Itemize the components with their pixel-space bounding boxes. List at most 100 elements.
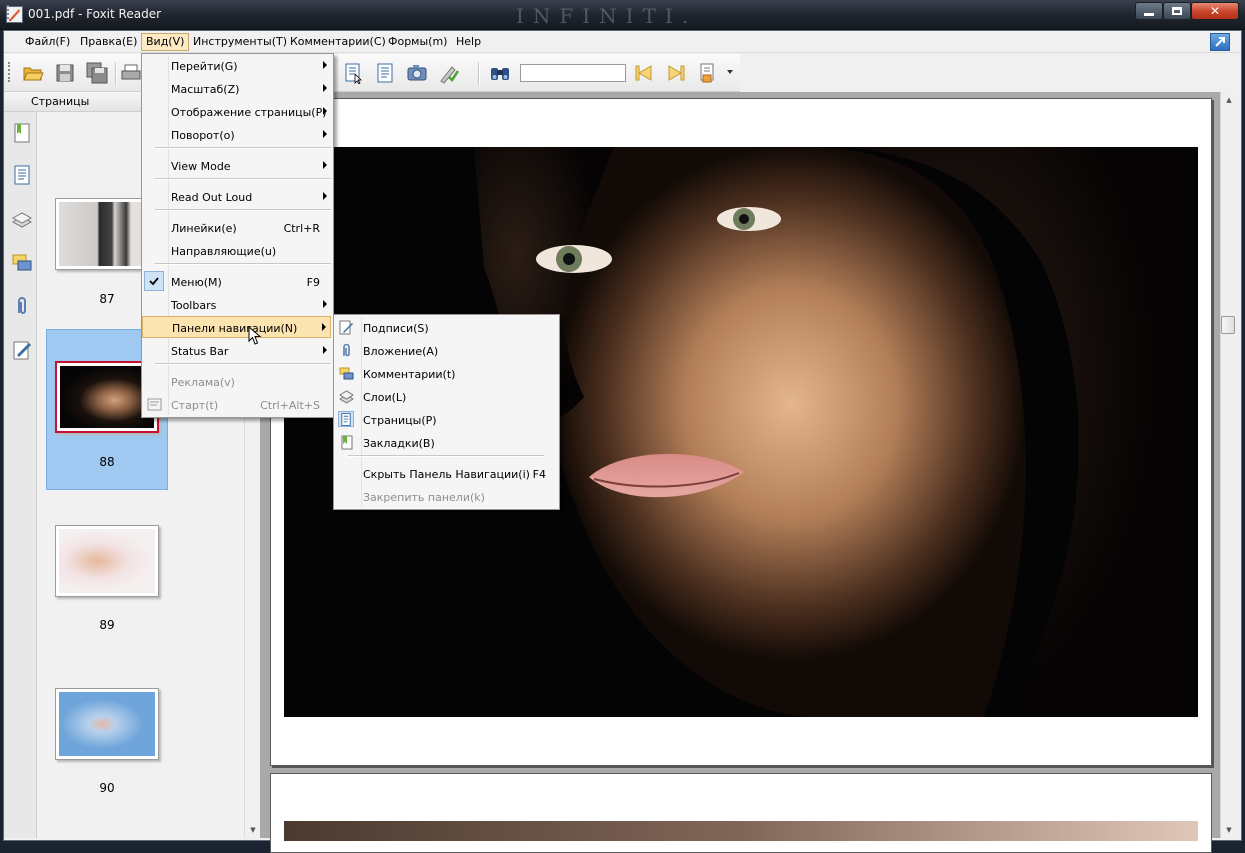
arrow-left-icon	[635, 65, 652, 81]
find-previous-button[interactable]	[632, 61, 656, 85]
submenu-item-comments[interactable]: Комментарии(t)	[334, 363, 557, 385]
bookmark-icon	[14, 123, 30, 143]
text-page-icon	[377, 63, 393, 83]
shortcut-text: F4	[532, 468, 546, 481]
close-button[interactable]: ✕	[1191, 2, 1239, 20]
mouse-cursor-icon	[248, 326, 262, 345]
menu-view[interactable]: Вид(V)	[141, 33, 190, 51]
menu-item-read-out-loud[interactable]: Read Out Loud	[142, 186, 331, 208]
menu-tools[interactable]: Инструменты(T)	[188, 33, 292, 51]
printer-icon	[121, 64, 141, 80]
nav-tab-comments[interactable]	[10, 251, 34, 275]
floppy-icon	[56, 64, 74, 82]
submenu-item-hide-nav-panel[interactable]: Скрыть Панель Навигации(i) F4	[334, 463, 557, 485]
save-button[interactable]	[53, 61, 77, 85]
scroll-down-icon[interactable]: ▼	[245, 822, 261, 838]
submenu-item-layers[interactable]: Слои(L)	[334, 386, 557, 408]
thumbnail-label: 88	[99, 455, 115, 469]
menu-item-navigation-panels[interactable]: Панели навигации(N)	[142, 316, 331, 338]
menu-item-rotate[interactable]: Поворот(o)	[142, 124, 331, 146]
menu-help[interactable]: Help	[451, 33, 486, 51]
search-input[interactable]	[520, 64, 626, 82]
paperclip-icon	[18, 297, 26, 314]
menu-item-zoom[interactable]: Масштаб(Z)	[142, 78, 331, 100]
pen-check-icon	[440, 66, 460, 84]
scrollbar-thumb[interactable]	[1221, 316, 1235, 334]
submenu-arrow-icon	[323, 161, 327, 169]
menu-item-guides[interactable]: Направляющие(u)	[142, 240, 331, 262]
restore-window-button[interactable]	[1210, 33, 1230, 51]
menubar-grip[interactable]	[7, 5, 10, 19]
submenu-item-signatures[interactable]: Подписи(S)	[334, 317, 557, 339]
menu-forms[interactable]: Формы(m)	[383, 33, 452, 51]
shortcut-text: Ctrl+R	[283, 222, 320, 235]
menu-item-goto[interactable]: Перейти(G)	[142, 55, 331, 77]
watermark-text: INFINITI.	[516, 4, 698, 28]
submenu-arrow-icon	[323, 192, 327, 200]
document-scrollbar[interactable]: ▲ ▼	[1220, 92, 1237, 838]
menu-item-rulers[interactable]: Линейки(e) Ctrl+R	[142, 217, 331, 239]
nav-tab-pages[interactable]	[10, 163, 34, 187]
open-file-button[interactable]	[21, 61, 45, 85]
menu-separator	[155, 147, 331, 149]
comments-icon	[12, 254, 32, 271]
maximize-button[interactable]	[1163, 2, 1191, 20]
menu-item-menu[interactable]: Меню(M) F9	[142, 271, 331, 293]
menu-separator	[348, 455, 544, 457]
page-photo-next	[284, 821, 1198, 841]
submenu-arrow-icon	[322, 323, 326, 331]
arrow-right-icon	[668, 65, 685, 81]
toolbar-grip[interactable]	[8, 62, 11, 82]
submenu-item-pages[interactable]: Страницы(P)	[334, 409, 557, 431]
thumbnail-page-89[interactable]	[55, 525, 159, 597]
nav-tab-bookmarks[interactable]	[10, 121, 34, 145]
menu-item-status-bar[interactable]: Status Bar	[142, 340, 331, 362]
search-options-button[interactable]	[697, 61, 721, 85]
menu-separator	[155, 209, 331, 211]
nav-tab-signatures[interactable]	[10, 338, 34, 362]
thumbnail-page-90[interactable]	[55, 688, 159, 760]
camera-icon	[407, 65, 427, 81]
document-search-icon	[700, 63, 714, 83]
typewriter-button[interactable]	[437, 61, 461, 85]
menu-file[interactable]: Файл(F)	[20, 33, 75, 51]
nav-tab-layers[interactable]	[10, 207, 34, 231]
thumbnail-label: 89	[99, 618, 115, 632]
nav-tab-attachments[interactable]	[10, 294, 34, 318]
select-text-button[interactable]	[341, 61, 365, 85]
menu-item-start: Старт(t) Ctrl+Alt+S	[171, 399, 320, 412]
menu-item-view-mode[interactable]: View Mode	[142, 155, 331, 177]
minimize-button[interactable]	[1135, 2, 1163, 20]
thumbnail-label: 87	[99, 292, 115, 306]
submenu-item-lock-panels: Закрепить панели(k)	[363, 491, 485, 504]
dropdown-arrow-icon[interactable]	[727, 70, 733, 74]
menu-separator	[155, 363, 331, 365]
pages-icon	[14, 165, 30, 185]
submenu-arrow-icon	[323, 300, 327, 308]
find-next-button[interactable]	[664, 61, 688, 85]
print-button[interactable]	[119, 61, 143, 85]
menu-edit[interactable]: Правка(E)	[75, 33, 142, 51]
submenu-arrow-icon	[323, 84, 327, 92]
menu-comments[interactable]: Комментарии(C)	[285, 33, 391, 51]
binoculars-icon	[491, 68, 509, 80]
restore-arrow-icon	[1215, 37, 1225, 47]
snapshot-button[interactable]	[405, 61, 429, 85]
menu-item-page-display[interactable]: Отображение страницы(P)	[142, 101, 331, 123]
scroll-down-icon[interactable]: ▼	[1221, 822, 1237, 838]
window-title: 001.pdf - Foxit Reader	[28, 7, 162, 21]
toolbar-separator	[478, 62, 480, 86]
maximize-icon	[1172, 7, 1182, 15]
submenu-item-bookmarks[interactable]: Закладки(B)	[334, 432, 557, 454]
pdf-page-next[interactable]	[270, 773, 1212, 853]
scroll-up-icon[interactable]: ▲	[1221, 92, 1237, 108]
minimize-icon	[1144, 12, 1154, 16]
thumbnail-label: 90	[99, 781, 115, 795]
menu-item-toolbars[interactable]: Toolbars	[142, 294, 331, 316]
folder-open-icon	[23, 67, 44, 81]
save-as-button[interactable]	[85, 61, 109, 85]
find-button[interactable]	[488, 61, 512, 85]
text-viewer-button[interactable]	[373, 61, 397, 85]
submenu-item-attachments[interactable]: Вложение(A)	[334, 340, 557, 362]
toolbar-separator	[115, 62, 117, 86]
